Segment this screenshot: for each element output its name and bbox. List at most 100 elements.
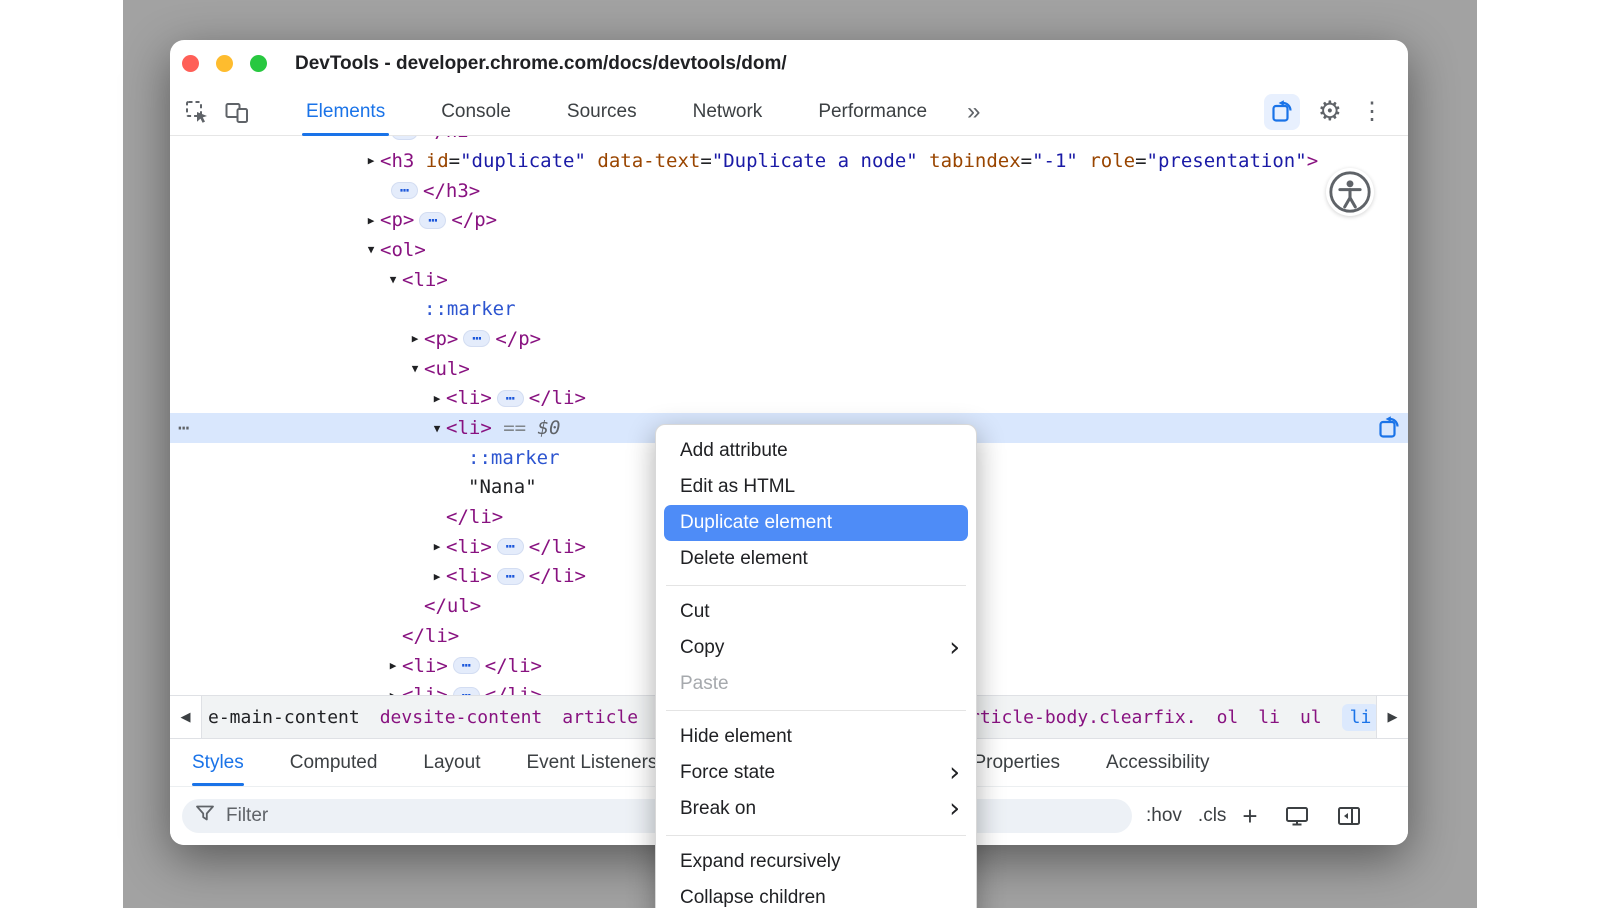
display-icon[interactable]: [1284, 803, 1310, 829]
tab-console[interactable]: Console: [435, 88, 517, 136]
tab-sources[interactable]: Sources: [561, 88, 643, 136]
filter-placeholder: Filter: [226, 805, 268, 827]
collapse-arrow-icon[interactable]: ▼: [384, 273, 402, 286]
close-button[interactable]: [182, 55, 199, 72]
code-token-tag: </li>: [485, 655, 542, 677]
style-controls: :hov .cls +: [1146, 801, 1258, 832]
code-token-tag: </li>: [529, 536, 586, 558]
dom-tree-line[interactable]: ▶<h3 id="duplicate" data-text="Duplicate…: [170, 146, 1408, 176]
expand-arrow-icon[interactable]: ▶: [406, 332, 424, 345]
code-token-tag: </li>: [485, 684, 542, 695]
inspect-icon[interactable]: [184, 99, 210, 125]
collapse-arrow-icon[interactable]: ▼: [362, 243, 380, 256]
accessibility-icon[interactable]: [1326, 168, 1374, 216]
dom-tree-line[interactable]: ⋯</h2>: [170, 136, 1408, 146]
breadcrumb-item-devsite-content[interactable]: devsite-content: [380, 707, 543, 728]
menu-item-force-state[interactable]: Force state›: [656, 755, 976, 791]
tab-accessibility[interactable]: Accessibility: [1106, 739, 1209, 786]
menu-item-label: Delete element: [680, 548, 808, 570]
code-token-val: "duplicate": [460, 150, 586, 172]
dom-tree-line[interactable]: ▶<p>⋯</p>: [170, 324, 1408, 354]
code-token-pseudo: ::marker: [424, 298, 516, 320]
code-token-tag: <li>: [446, 387, 492, 409]
dom-tree-line[interactable]: ▶<p>⋯</p>: [170, 205, 1408, 235]
menu-item-add-attribute[interactable]: Add attribute: [656, 433, 976, 469]
more-tabs-icon[interactable]: »: [967, 98, 978, 126]
device-toolbar-icon[interactable]: [224, 99, 250, 125]
menu-item-collapse-children[interactable]: Collapse children: [656, 880, 976, 908]
breadcrumb-item-article-body-clearfix[interactable]: article-body.clearfix.: [958, 707, 1196, 728]
breadcrumb-item-li[interactable]: li: [1258, 707, 1280, 728]
menu-item-duplicate-element[interactable]: Duplicate element: [664, 505, 968, 541]
class-toggle-button[interactable]: .cls: [1198, 805, 1227, 827]
settings-gear-icon[interactable]: ⚙: [1318, 98, 1342, 125]
tab-computed[interactable]: Computed: [290, 739, 378, 786]
new-style-rule-button[interactable]: +: [1242, 801, 1257, 832]
expand-arrow-icon[interactable]: ▶: [384, 659, 402, 672]
tab-performance[interactable]: Performance: [812, 88, 933, 136]
window-titlebar: DevTools - developer.chrome.com/docs/dev…: [170, 40, 1408, 88]
code-token-tag: <p>: [424, 328, 458, 350]
square-arrow-icon-button[interactable]: [1264, 94, 1300, 130]
menu-item-label: Collapse children: [680, 887, 826, 908]
menu-item-edit-as-html[interactable]: Edit as HTML: [656, 469, 976, 505]
zoom-button[interactable]: [250, 55, 267, 72]
inline-expand-button[interactable]: ⋯: [391, 136, 418, 140]
tab-elements[interactable]: Elements: [300, 88, 391, 136]
expand-arrow-icon[interactable]: ▶: [362, 154, 380, 167]
expand-arrow-icon[interactable]: ▶: [362, 214, 380, 227]
tab-network[interactable]: Network: [687, 88, 769, 136]
menu-item-break-on[interactable]: Break on›: [656, 791, 976, 827]
collapse-arrow-icon[interactable]: ▼: [428, 422, 446, 435]
menu-item-cut[interactable]: Cut: [656, 594, 976, 630]
breadcrumb-item-li[interactable]: li: [1342, 704, 1376, 731]
dom-tree-line[interactable]: ▼<ol>: [170, 235, 1408, 265]
toggle-sidebar-icon[interactable]: [1336, 803, 1362, 829]
row-menu-dots-icon[interactable]: ⋯: [178, 417, 189, 439]
inline-expand-button[interactable]: ⋯: [497, 538, 524, 555]
more-options-icon[interactable]: ⋮: [1360, 100, 1384, 124]
code-token-attr: data-text: [586, 150, 700, 172]
scroll-right-icon[interactable]: ▶: [1376, 696, 1408, 738]
collapse-arrow-icon[interactable]: ▼: [406, 362, 424, 375]
menu-item-expand-recursively[interactable]: Expand recursively: [656, 844, 976, 880]
inline-expand-button[interactable]: ⋯: [453, 657, 480, 674]
inline-expand-button[interactable]: ⋯: [497, 568, 524, 585]
expand-arrow-icon[interactable]: ▶: [428, 392, 446, 405]
inline-expand-button[interactable]: ⋯: [453, 687, 480, 695]
menu-item-delete-element[interactable]: Delete element: [656, 541, 976, 577]
menu-item-label: Copy: [680, 637, 724, 659]
pseudo-state-button[interactable]: :hov: [1146, 805, 1182, 827]
dom-tree-line[interactable]: ⋯ </h3>: [170, 176, 1408, 206]
expand-arrow-icon[interactable]: ▶: [428, 540, 446, 553]
code-token-eq: =: [449, 150, 460, 172]
scroll-left-icon[interactable]: ◀: [170, 696, 202, 738]
dom-tree-line[interactable]: ::marker: [170, 294, 1408, 324]
minimize-button[interactable]: [216, 55, 233, 72]
square-arrow-badge-icon[interactable]: [1376, 415, 1402, 441]
menu-item-hide-element[interactable]: Hide element: [656, 719, 976, 755]
breadcrumb-item-ol[interactable]: ol: [1217, 707, 1239, 728]
code-token-tag: </h3>: [423, 180, 480, 202]
breadcrumb-item-article[interactable]: article: [562, 707, 638, 728]
breadcrumb-item-ul[interactable]: ul: [1300, 707, 1322, 728]
menu-item-label: Hide element: [680, 726, 792, 748]
code-token-eq: =: [700, 150, 711, 172]
tab-properties[interactable]: Properties: [973, 739, 1060, 786]
tab-layout[interactable]: Layout: [423, 739, 480, 786]
menu-item-copy[interactable]: Copy›: [656, 630, 976, 666]
dom-tree-line[interactable]: ▶<li>⋯</li>: [170, 384, 1408, 414]
dom-tree-line[interactable]: ▼<li>: [170, 265, 1408, 295]
dom-tree-line[interactable]: ▼<ul>: [170, 354, 1408, 384]
inline-expand-button[interactable]: ⋯: [497, 390, 524, 407]
breadcrumb-item-e-main-content[interactable]: e-main-content: [208, 707, 360, 728]
inline-expand-button[interactable]: ⋯: [419, 212, 446, 229]
inline-expand-button[interactable]: ⋯: [391, 182, 418, 199]
expand-arrow-icon[interactable]: ▶: [428, 570, 446, 583]
tab-event-listeners[interactable]: Event Listeners: [526, 739, 657, 786]
inline-expand-button[interactable]: ⋯: [463, 330, 490, 347]
code-token-tag: </ul>: [424, 595, 481, 617]
menu-item-paste[interactable]: Paste: [656, 666, 976, 702]
submenu-chevron-icon: ›: [949, 798, 960, 820]
tab-styles[interactable]: Styles: [192, 739, 244, 786]
